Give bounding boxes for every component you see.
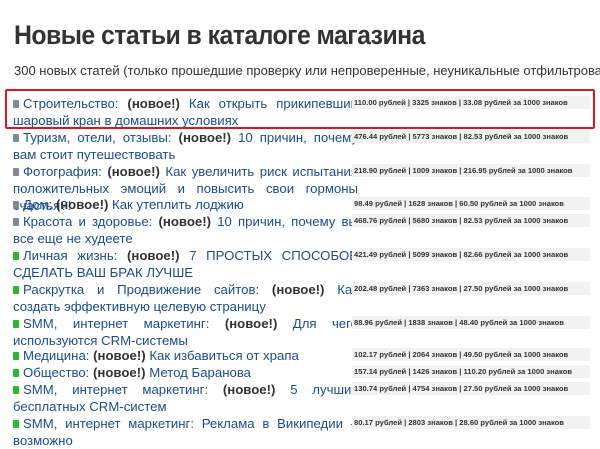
article-stats: 218.90 рублей | 1009 знаков | 216.95 руб… xyxy=(352,164,590,177)
new-label: (новое!) xyxy=(93,348,146,363)
article-item: SMM, интернет маркетинг: Реклама в Викип… xyxy=(13,415,358,449)
article-category: Строительство: xyxy=(23,96,119,111)
article-stats: 88.96 рублей | 1838 знаков | 48.40 рубле… xyxy=(352,316,590,329)
article-category: SMM, интернет маркетинг: xyxy=(23,382,209,397)
new-label: (новое!) xyxy=(107,164,160,179)
article-item: Раскрутка и Продвижение сайтов: (новое!)… xyxy=(13,281,358,315)
article-category: Дом: xyxy=(23,197,53,212)
article-category: SMM, интернет маркетинг: xyxy=(23,316,210,331)
article-item: SMM, интернет маркетинг: (новое!) Для че… xyxy=(13,315,358,349)
article-category: Медицина: xyxy=(23,348,90,363)
article-title-link[interactable]: Метод Баранова xyxy=(149,365,251,380)
new-label: (новое!) xyxy=(224,316,278,331)
article-item: Строительство: (новое!) Как открыть прик… xyxy=(13,95,358,129)
new-label: (новое!) xyxy=(55,197,109,212)
status-badge-icon xyxy=(13,369,19,377)
article-title-link[interactable]: Как избавиться от храпа xyxy=(149,348,298,363)
status-badge-icon xyxy=(13,320,19,328)
article-stats: 80.17 рублей | 2803 знаков | 28.60 рубле… xyxy=(352,416,590,429)
article-stats: 130.74 рублей | 4754 знаков | 27.50 рубл… xyxy=(352,382,590,395)
page-title: Новые статьи в каталоге магазина xyxy=(14,20,425,50)
new-label: (новое!) xyxy=(127,96,180,111)
status-badge-icon xyxy=(13,352,19,360)
status-badge-icon xyxy=(13,201,19,209)
new-label: (новое!) xyxy=(127,248,180,263)
status-badge-icon xyxy=(13,134,19,142)
article-item: SMM, интернет маркетинг: (новое!) 5 лучш… xyxy=(13,381,358,415)
status-badge-icon xyxy=(13,386,19,394)
article-stats: 421.49 рублей | 5099 знаков | 82.66 рубл… xyxy=(352,248,590,261)
article-category: Туризм, отели, отзывы: xyxy=(23,130,172,145)
article-category: Общество: xyxy=(23,365,90,380)
article-item: Личная жизнь: (новое!) 7 ПРОСТЫХ СПОСОБО… xyxy=(13,247,358,281)
article-stats: 468.76 рублей | 5680 знаков | 82.53 рубл… xyxy=(352,214,590,227)
article-stats: 98.49 рублей | 1628 знаков | 60.50 рубле… xyxy=(352,197,590,210)
article-category: Красота и здоровье: xyxy=(23,214,153,229)
article-stats: 202.48 рублей | 7363 знаков | 27.50 рубл… xyxy=(352,282,590,295)
article-stats: 110.00 рублей | 3325 знаков | 33.08 рубл… xyxy=(352,96,590,109)
new-label: (новое!) xyxy=(271,282,325,297)
article-item: Дом: (новое!) Как утеплить лоджию xyxy=(13,196,358,213)
status-badge-icon xyxy=(13,286,19,294)
article-category: Личная жизнь: xyxy=(23,248,118,263)
article-item: Медицина: (новое!) Как избавиться от хра… xyxy=(13,347,358,364)
new-label: (новое!) xyxy=(222,382,276,397)
status-badge-icon xyxy=(13,252,19,260)
status-badge-icon xyxy=(13,420,19,428)
article-item: Красота и здоровье: (новое!) 10 причин, … xyxy=(13,213,358,247)
article-category: Фотография: xyxy=(23,164,102,179)
article-category: Раскрутка и Продвижение сайтов: xyxy=(23,282,260,297)
status-badge-icon xyxy=(13,100,19,108)
status-badge-icon xyxy=(13,168,19,176)
article-category: SMM, интернет маркетинг: xyxy=(23,416,194,431)
article-item: Общество: (новое!) Метод Баранова xyxy=(13,364,358,381)
article-stats: 476.44 рублей | 5773 знаков | 82.53 рубл… xyxy=(352,130,590,143)
new-label: (новое!) xyxy=(93,365,146,380)
new-label: (новое!) xyxy=(158,214,212,229)
article-title-link[interactable]: Как утеплить лоджию xyxy=(112,197,244,212)
status-badge-icon xyxy=(13,218,19,226)
article-stats: 157.14 рублей | 1426 знаков | 110.20 руб… xyxy=(352,365,590,378)
article-stats: 102.17 рублей | 2064 знаков | 49.50 рубл… xyxy=(352,348,590,361)
article-item: Туризм, отели, отзывы: (новое!) 10 причи… xyxy=(13,129,358,163)
page-subtitle: 300 новых статей (только прошедшие прове… xyxy=(14,63,600,78)
new-label: (новое!) xyxy=(178,130,232,145)
